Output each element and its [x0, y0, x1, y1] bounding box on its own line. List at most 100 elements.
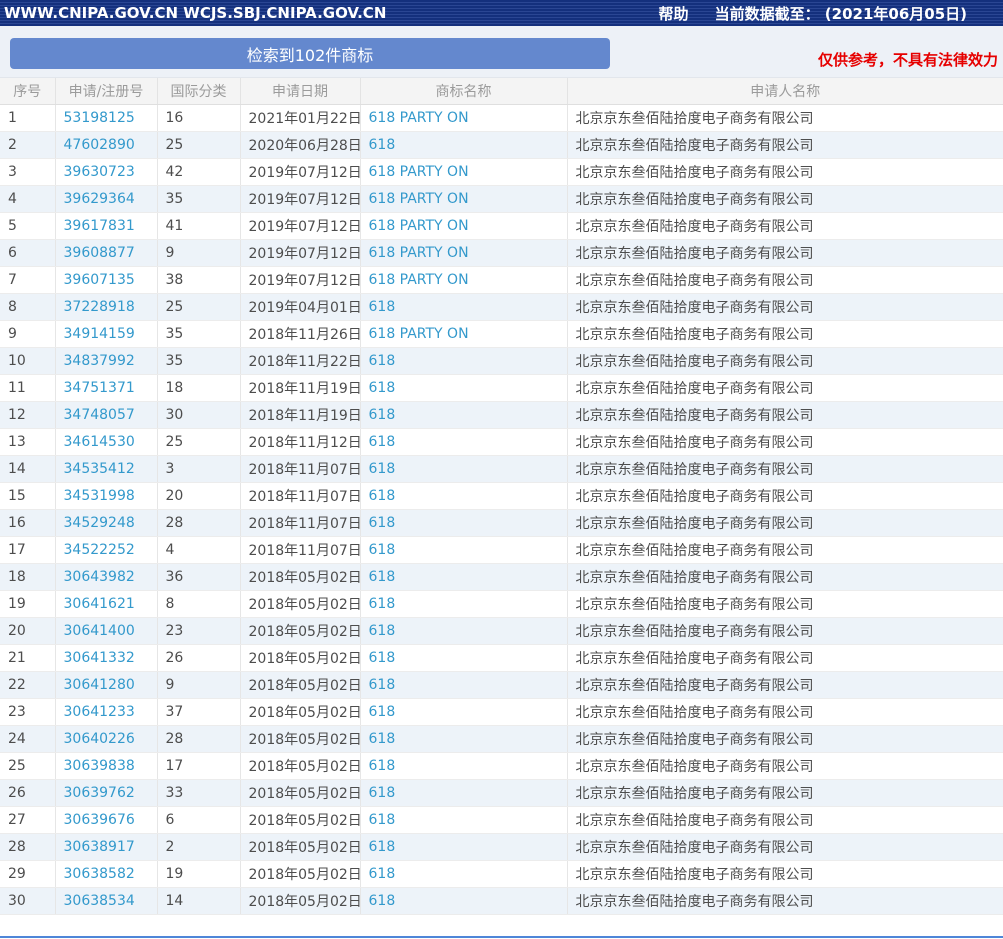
trademark-name-link[interactable]: 618 PARTY ON: [369, 218, 469, 234]
registration-number-link[interactable]: 39630723: [64, 164, 135, 180]
applicant-name-cell: 北京京东叁佰陆拾度电子商务有限公司: [567, 239, 1003, 267]
trademark-name-link[interactable]: 618: [369, 839, 396, 855]
trademark-name-link[interactable]: 618: [369, 434, 396, 450]
registration-number-link[interactable]: 30641621: [64, 596, 135, 612]
registration-number-link[interactable]: 34837992: [64, 353, 135, 369]
registration-number-link[interactable]: 39607135: [64, 272, 135, 288]
help-link[interactable]: 帮助: [659, 3, 689, 24]
registration-number-link[interactable]: 34531998: [64, 488, 135, 504]
application-date-cell: 2019年07月12日: [240, 266, 361, 294]
registration-number-link[interactable]: 30643982: [64, 569, 135, 585]
registration-number-link[interactable]: 34748057: [64, 407, 135, 423]
applicant-name-cell: 北京京东叁佰陆拾度电子商务有限公司: [567, 833, 1003, 861]
intl-class-cell: 4: [157, 536, 241, 564]
registration-number-link[interactable]: 39617831: [64, 218, 135, 234]
intl-class-cell: 35: [157, 320, 241, 348]
row-serial: 23: [0, 698, 56, 726]
trademark-name-link[interactable]: 618: [369, 569, 396, 585]
row-serial: 13: [0, 428, 56, 456]
registration-number-link[interactable]: 30639762: [64, 785, 135, 801]
trademark-name-link[interactable]: 618: [369, 893, 396, 909]
trademark-name-link[interactable]: 618: [369, 758, 396, 774]
intl-class-cell: 25: [157, 131, 241, 159]
trademark-name-link[interactable]: 618: [369, 677, 396, 693]
registration-number-link[interactable]: 30641332: [64, 650, 135, 666]
registration-number-link[interactable]: 34751371: [64, 380, 135, 396]
registration-number-link[interactable]: 30638534: [64, 893, 135, 909]
trademark-name-link[interactable]: 618 PARTY ON: [369, 326, 469, 342]
table-row: 13 34614530 25 2018年11月12日 618 北京京东叁佰陆拾度…: [0, 428, 1003, 456]
trademark-name-link[interactable]: 618: [369, 704, 396, 720]
applicant-name-cell: 北京京东叁佰陆拾度电子商务有限公司: [567, 887, 1003, 915]
intl-class-cell: 26: [157, 644, 241, 672]
row-serial: 18: [0, 563, 56, 591]
trademark-name-link[interactable]: 618: [369, 866, 396, 882]
trademark-name-link[interactable]: 618: [369, 461, 396, 477]
registration-number-link[interactable]: 30638917: [64, 839, 135, 855]
registration-number-link[interactable]: 30639676: [64, 812, 135, 828]
table-row: 17 34522252 4 2018年11月07日 618 北京京东叁佰陆拾度电…: [0, 536, 1003, 564]
registration-number-link[interactable]: 37228918: [64, 299, 135, 315]
row-serial: 2: [0, 131, 56, 159]
registration-number-link[interactable]: 39629364: [64, 191, 135, 207]
disclaimer-text: 仅供参考，不具有法律效力: [817, 51, 998, 69]
application-date-cell: 2019年07月12日: [240, 239, 361, 267]
row-serial: 20: [0, 617, 56, 645]
trademark-name-link[interactable]: 618: [369, 137, 396, 153]
intl-class-cell: 18: [157, 374, 241, 402]
trademark-name-link[interactable]: 618 PARTY ON: [369, 191, 469, 207]
trademark-name-link[interactable]: 618: [369, 785, 396, 801]
applicant-name-cell: 北京京东叁佰陆拾度电子商务有限公司: [567, 509, 1003, 537]
row-serial: 3: [0, 158, 56, 186]
row-serial: 22: [0, 671, 56, 699]
result-count-button[interactable]: 检索到102件商标: [10, 38, 610, 69]
trademark-name-link[interactable]: 618: [369, 299, 396, 315]
registration-number-link[interactable]: 34614530: [64, 434, 135, 450]
row-serial: 26: [0, 779, 56, 807]
table-row: 30 30638534 14 2018年05月02日 618 北京京东叁佰陆拾度…: [0, 887, 1003, 915]
application-date-cell: 2018年11月12日: [240, 428, 361, 456]
trademark-name-link[interactable]: 618: [369, 650, 396, 666]
table-row: 23 30641233 37 2018年05月02日 618 北京京东叁佰陆拾度…: [0, 698, 1003, 726]
trademark-name-link[interactable]: 618 PARTY ON: [369, 245, 469, 261]
trademark-name-link[interactable]: 618 PARTY ON: [369, 164, 469, 180]
table-row: 20 30641400 23 2018年05月02日 618 北京京东叁佰陆拾度…: [0, 617, 1003, 645]
table-row: 16 34529248 28 2018年11月07日 618 北京京东叁佰陆拾度…: [0, 509, 1003, 537]
intl-class-cell: 23: [157, 617, 241, 645]
trademark-name-link[interactable]: 618: [369, 380, 396, 396]
registration-number-link[interactable]: 34535412: [64, 461, 135, 477]
registration-number-link[interactable]: 30639838: [64, 758, 135, 774]
trademark-name-link[interactable]: 618: [369, 407, 396, 423]
trademark-name-link[interactable]: 618: [369, 623, 396, 639]
applicant-name-cell: 北京京东叁佰陆拾度电子商务有限公司: [567, 104, 1003, 132]
trademark-name-link[interactable]: 618: [369, 812, 396, 828]
registration-number-link[interactable]: 30638582: [64, 866, 135, 882]
registration-number-link[interactable]: 53198125: [64, 110, 135, 126]
applicant-name-cell: 北京京东叁佰陆拾度电子商务有限公司: [567, 617, 1003, 645]
trademark-name-link[interactable]: 618: [369, 515, 396, 531]
table-row: 27 30639676 6 2018年05月02日 618 北京京东叁佰陆拾度电…: [0, 806, 1003, 834]
registration-number-link[interactable]: 34529248: [64, 515, 135, 531]
registration-number-link[interactable]: 39608877: [64, 245, 135, 261]
registration-number-link[interactable]: 30640226: [64, 731, 135, 747]
col-header-reg-no: 申请/注册号: [55, 78, 158, 105]
registration-number-link[interactable]: 30641233: [64, 704, 135, 720]
trademark-name-link[interactable]: 618: [369, 488, 396, 504]
registration-number-link[interactable]: 30641400: [64, 623, 135, 639]
registration-number-link[interactable]: 30641280: [64, 677, 135, 693]
trademark-name-link[interactable]: 618: [369, 542, 396, 558]
trademark-name-link[interactable]: 618: [369, 353, 396, 369]
trademark-name-link[interactable]: 618: [369, 596, 396, 612]
intl-class-cell: 41: [157, 212, 241, 240]
table-row: 12 34748057 30 2018年11月19日 618 北京京东叁佰陆拾度…: [0, 401, 1003, 429]
registration-number-link[interactable]: 47602890: [64, 137, 135, 153]
intl-class-cell: 19: [157, 860, 241, 888]
registration-number-link[interactable]: 34522252: [64, 542, 135, 558]
trademark-name-link[interactable]: 618 PARTY ON: [369, 110, 469, 126]
registration-number-link[interactable]: 34914159: [64, 326, 135, 342]
trademark-name-link[interactable]: 618 PARTY ON: [369, 272, 469, 288]
row-serial: 11: [0, 374, 56, 402]
table-row: 8 37228918 25 2019年04月01日 618 北京京东叁佰陆拾度电…: [0, 293, 1003, 321]
trademark-name-link[interactable]: 618: [369, 731, 396, 747]
applicant-name-cell: 北京京东叁佰陆拾度电子商务有限公司: [567, 779, 1003, 807]
